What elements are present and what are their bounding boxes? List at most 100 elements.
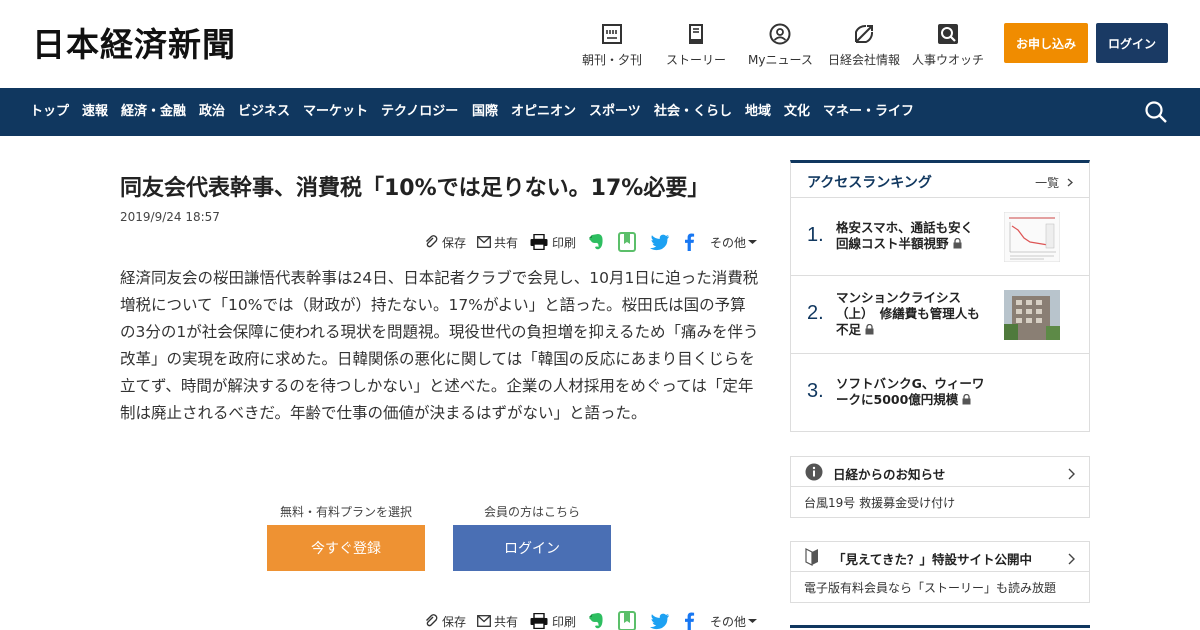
print-button[interactable]: 印刷 (530, 611, 576, 630)
evernote-icon[interactable] (587, 611, 605, 630)
clip-save-icon[interactable] (618, 611, 636, 630)
notice-header[interactable]: 「見えてきた？」特設サイト公開中 (791, 542, 1089, 572)
ranking-item-title: ソフトバンクG、ウィーワークに5000億円規模 (836, 376, 985, 407)
nav-my-news[interactable]: Myニュース (748, 22, 813, 68)
book-icon (684, 22, 708, 46)
chart-icon (852, 22, 876, 46)
member-label: 会員の方はこちら (483, 505, 580, 519)
share-button[interactable]: 共有 (477, 611, 518, 630)
chevron-right-icon (1068, 550, 1075, 569)
nav-label: ストーリー (666, 53, 727, 67)
nav-item-society[interactable]: 社会・くらし (654, 88, 732, 136)
nav-item-economy[interactable]: 経済・金融 (121, 88, 186, 136)
ranking-item-title: マンションクライシス（上） 修繕費も管理人も不足 (836, 290, 980, 337)
nav-story[interactable]: ストーリー (666, 22, 726, 68)
share-toolbar-top: 保存 共有 印刷 その他 (422, 232, 762, 252)
nav-label: 日経会社情報 (828, 53, 901, 67)
print-button[interactable]: 印刷 (530, 232, 576, 252)
beginner-mark-icon (805, 548, 819, 570)
ranking-title: アクセスランキング (807, 175, 932, 191)
notice-title: 「見えてきた？」特設サイト公開中 (833, 552, 1033, 567)
article-body: 経済同友会の桜田謙悟代表幹事は24日、日本記者クラブで会見し、10月1日に迫った… (120, 269, 759, 422)
notice-link[interactable]: 電子版有料会員なら「ストーリー」も読み放題 (804, 579, 1056, 596)
nav-personnel-watch[interactable]: 人事ウオッチ (912, 22, 984, 68)
ranking-item[interactable]: 2. マンションクライシス（上） 修繕費も管理人も不足 (791, 276, 1089, 354)
nav-item-market[interactable]: マーケット (303, 88, 368, 136)
rank-number: 3. (807, 380, 824, 402)
info-icon (805, 463, 823, 485)
nav-item-region[interactable]: 地域 (745, 88, 771, 136)
ranking-item-title: 格安スマホ、通話も安く 回線コスト半額視野 (836, 220, 974, 251)
nav-item-international[interactable]: 国際 (472, 88, 498, 136)
building-photo-image (1004, 290, 1060, 340)
search-icon[interactable] (1144, 100, 1168, 124)
clip-icon (426, 235, 438, 248)
twitter-icon[interactable] (650, 611, 670, 630)
printer-icon (530, 234, 548, 250)
rank-number: 2. (807, 302, 824, 324)
nav-label: 人事ウオッチ (912, 53, 985, 67)
apply-button[interactable]: お申し込み (1004, 23, 1088, 63)
article-date: 2019/9/24 18:57 (120, 210, 220, 224)
lock-icon (953, 238, 962, 249)
mail-icon (477, 236, 491, 248)
chevron-right-icon (1068, 465, 1075, 484)
more-share-dropdown[interactable]: その他 (710, 611, 758, 630)
login-button[interactable]: ログイン (1096, 23, 1168, 63)
notice-link[interactable]: 台風19号 救援募金受け付け (804, 494, 955, 511)
notice-title: 日経からのお知らせ (833, 467, 946, 482)
article-title: 同友会代表幹事、消費税「10%では足りない。17%必要」 (120, 176, 710, 201)
chart-thumbnail-image (1003, 211, 1061, 263)
ranking-item[interactable]: 1. 格安スマホ、通話も安く 回線コスト半額視野 (791, 198, 1089, 276)
nav-label: 朝刊・夕刊 (582, 53, 643, 67)
rank-number: 1. (807, 224, 824, 246)
facebook-icon[interactable] (684, 232, 695, 252)
access-ranking: アクセスランキング 一覧 1. 格安スマホ、通話も安く 回線コスト半額視野 2.… (790, 160, 1090, 432)
nav-item-business[interactable]: ビジネス (238, 88, 290, 136)
site-header: 日本経済新聞 朝刊・夕刊 ストーリー Myニュース 日経会社情報 人事ウオッチ … (0, 0, 1200, 88)
nav-company-info[interactable]: 日経会社情報 (828, 22, 900, 68)
ranking-header: アクセスランキング 一覧 (791, 163, 1089, 198)
article-login-button[interactable]: ログイン (453, 525, 611, 571)
lock-icon (962, 394, 971, 405)
nav-item-technology[interactable]: テクノロジー (381, 88, 458, 136)
twitter-icon[interactable] (650, 232, 670, 252)
clip-save-icon[interactable] (618, 232, 636, 252)
nikkei-notice-box: 日経からのお知らせ 台風19号 救援募金受け付け (790, 456, 1090, 518)
main-nav: トップ 速報 経済・金融 政治 ビジネス マーケット テクノロジー 国際 オピニ… (0, 88, 1200, 136)
nav-item-money-life[interactable]: マネー・ライフ (823, 88, 914, 136)
user-icon (768, 22, 792, 46)
share-toolbar-bottom: 保存 共有 印刷 その他 (422, 611, 762, 630)
nav-morning-evening[interactable]: 朝刊・夕刊 (582, 22, 642, 68)
evernote-icon[interactable] (587, 232, 605, 252)
lock-icon (865, 324, 874, 335)
ranking-more-link[interactable]: 一覧 (1035, 174, 1073, 191)
newspaper-icon (600, 22, 624, 46)
nav-item-opinion[interactable]: オピニオン (511, 88, 576, 136)
sidebar-divider (790, 625, 1090, 628)
chevron-right-icon (1067, 178, 1073, 187)
caret-down-icon (748, 240, 758, 244)
person-search-icon (936, 22, 960, 46)
special-site-box: 「見えてきた？」特設サイト公開中 電子版有料会員なら「ストーリー」も読み放題 (790, 541, 1090, 603)
nav-item-politics[interactable]: 政治 (199, 88, 225, 136)
notice-header[interactable]: 日経からのお知らせ (791, 457, 1089, 487)
mail-icon (477, 615, 491, 627)
save-button[interactable]: 保存 (424, 611, 466, 630)
clip-icon (426, 614, 438, 627)
plan-select-label: 無料・有料プランを選択 (279, 505, 412, 519)
nav-item-culture[interactable]: 文化 (784, 88, 810, 136)
ranking-item[interactable]: 3. ソフトバンクG、ウィーワークに5000億円規模 (791, 354, 1089, 432)
printer-icon (530, 613, 548, 629)
more-share-dropdown[interactable]: その他 (710, 232, 758, 252)
nav-label: Myニュース (748, 53, 813, 67)
caret-down-icon (748, 619, 758, 623)
site-logo[interactable]: 日本経済新聞 (32, 25, 236, 65)
save-button[interactable]: 保存 (424, 232, 466, 252)
facebook-icon[interactable] (684, 611, 695, 630)
share-button[interactable]: 共有 (477, 232, 518, 252)
nav-item-breaking[interactable]: 速報 (82, 88, 108, 136)
nav-item-sports[interactable]: スポーツ (589, 88, 641, 136)
register-button[interactable]: 今すぐ登録 (267, 525, 425, 571)
nav-item-top[interactable]: トップ (30, 88, 69, 136)
